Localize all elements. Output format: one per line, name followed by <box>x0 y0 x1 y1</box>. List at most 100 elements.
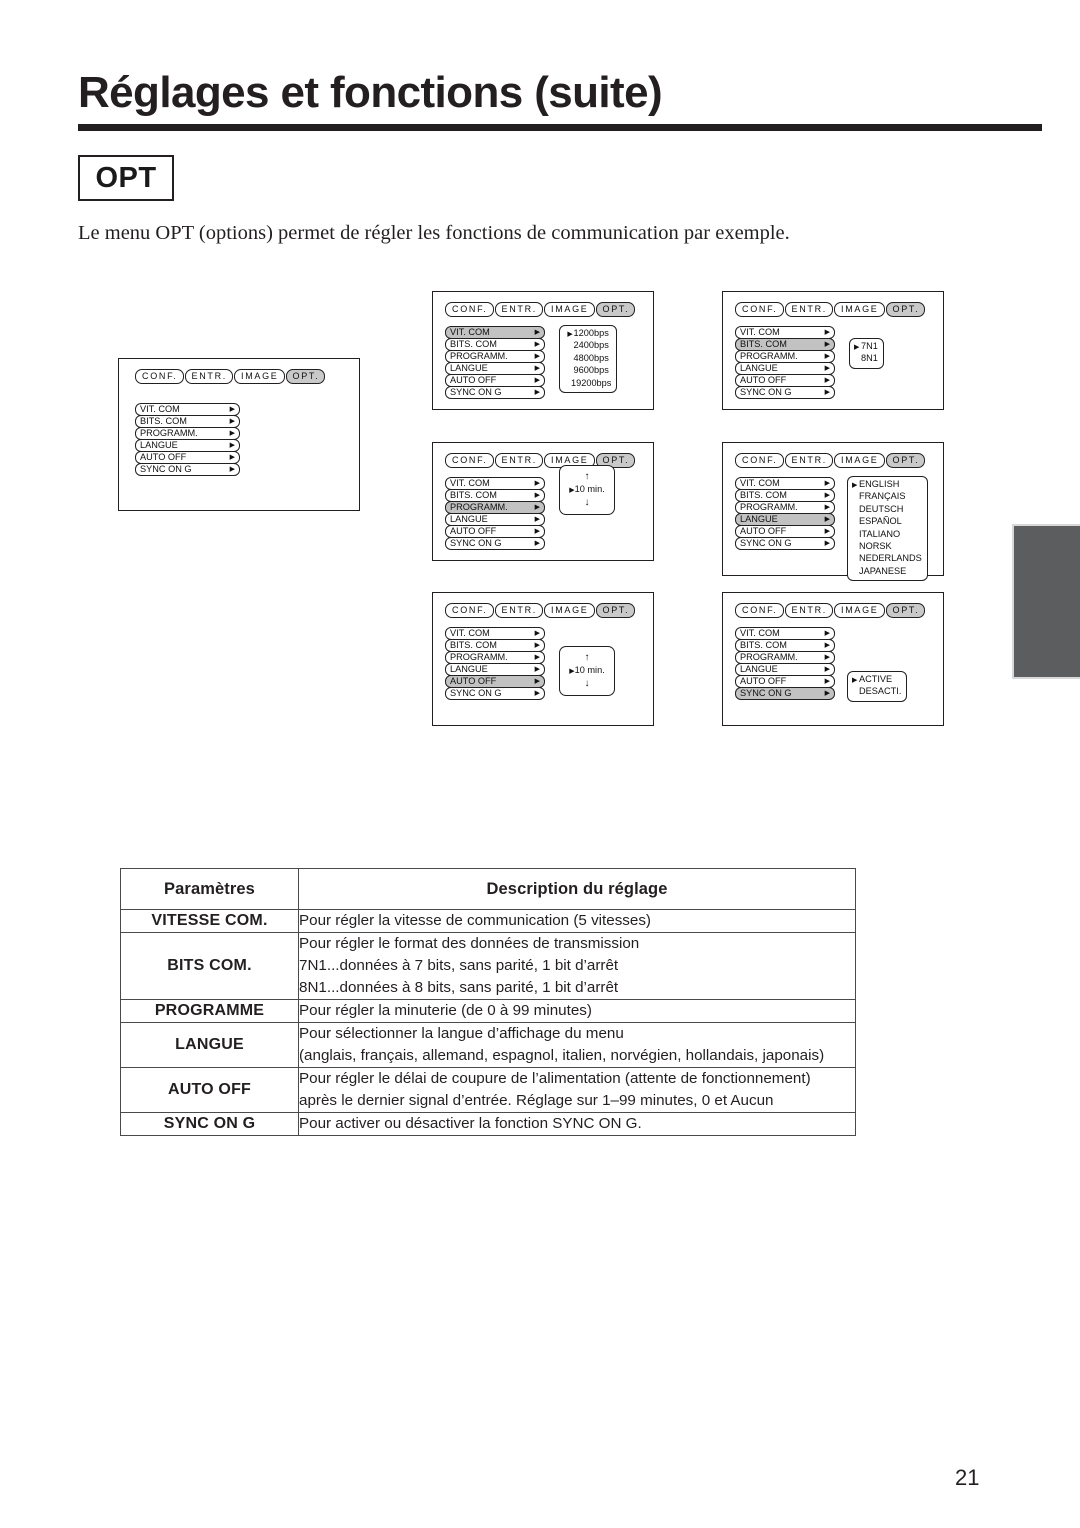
chevron-right-icon: ▶ <box>534 329 540 336</box>
chevron-right-icon: ▶ <box>824 365 830 372</box>
osd-option-popup: ▶ENGLISH▶FRANÇAIS▶DEUTSCH▶ESPAÑOL▶ITALIA… <box>847 476 928 582</box>
osd-menu-item-label: PROGRAMM. <box>740 652 798 662</box>
osd-menu-item-syncong[interactable]: SYNC ON G ▶ <box>735 386 835 399</box>
osd-tab-opt[interactable]: OPT. <box>285 369 326 384</box>
osd-option-item[interactable]: ▶19200bps <box>564 378 611 390</box>
osd-menu-item-label: PROGRAMM. <box>450 502 508 512</box>
osd-tab-entr[interactable]: ENTR. <box>784 603 833 618</box>
osd-tab-opt[interactable]: OPT. <box>595 603 636 618</box>
chevron-right-icon: ▶ <box>824 690 830 697</box>
osd-menu-item-syncong[interactable]: SYNC ON G ▶ <box>445 687 545 700</box>
osd-value-stepper[interactable]: ↑ ▶10 min. ↓ <box>559 465 615 515</box>
osd-menu-item-label: AUTO OFF <box>140 452 187 462</box>
osd-tab-image[interactable]: IMAGE <box>834 302 885 317</box>
osd-menu-item-label: SYNC ON G <box>740 688 792 698</box>
osd-option-item[interactable]: ▶DESACTI. <box>852 686 901 698</box>
osd-menu-item-label: PROGRAMM. <box>740 351 798 361</box>
osd-tab-entr[interactable]: ENTR. <box>494 603 543 618</box>
osd-menu-item-label: SYNC ON G <box>450 387 502 397</box>
osd-tab-bar: CONF. ENTR. IMAGE OPT. <box>445 603 636 618</box>
chevron-right-icon: ▶ <box>534 480 540 487</box>
chevron-right-icon: ▶ <box>534 353 540 360</box>
osd-option-item[interactable]: ▶NORSK <box>852 541 922 553</box>
chevron-right-icon: ▶ <box>534 492 540 499</box>
osd-option-label: NORSK <box>859 541 892 552</box>
osd-menu-item-label: PROGRAMM. <box>450 652 508 662</box>
osd-tab-entr[interactable]: ENTR. <box>494 453 543 468</box>
osd-option-label: JAPANESE <box>859 565 907 576</box>
chevron-right-icon: ▶ <box>824 642 830 649</box>
osd-tab-conf[interactable]: CONF. <box>445 302 494 317</box>
osd-tab-image[interactable]: IMAGE <box>544 603 595 618</box>
arrow-down-icon[interactable]: ↓ <box>560 497 614 509</box>
osd-tab-image[interactable]: IMAGE <box>544 302 595 317</box>
selection-marker-icon: ▶ <box>852 677 858 684</box>
osd-menu-item-label: PROGRAMM. <box>450 351 508 361</box>
osd-option-item[interactable]: ▶JAPANESE <box>852 566 922 578</box>
table-cell-parameter: BITS COM. <box>120 932 299 1000</box>
osd-screen-langue: CONF. ENTR. IMAGE OPT. VIT. COM ▶ BITS. COM ▶ PR… <box>722 442 944 582</box>
osd-tab-conf[interactable]: CONF. <box>135 369 184 384</box>
chevron-right-icon: ▶ <box>824 353 830 360</box>
osd-option-item[interactable]: ▶ESPAÑOL <box>852 516 922 528</box>
osd-option-item[interactable]: ▶ ACTIVE <box>852 674 901 686</box>
osd-option-item[interactable]: ▶8N1 <box>854 353 878 365</box>
osd-option-item[interactable]: ▶1200bps <box>564 328 611 340</box>
table-row: SYNC ON G Pour activer ou désactiver la f… <box>120 1112 856 1136</box>
table-cell-description-line: Pour régler la minuterie (de 0 à 99 minu… <box>299 1002 592 1019</box>
arrow-up-icon[interactable]: ↑ <box>560 471 614 483</box>
section-badge-opt: OPT <box>78 155 174 201</box>
osd-tab-conf[interactable]: CONF. <box>735 603 784 618</box>
osd-tab-image[interactable]: IMAGE <box>834 453 885 468</box>
osd-tab-conf[interactable]: CONF. <box>445 453 494 468</box>
osd-value-stepper[interactable]: ↑ ▶10 min. ↓ <box>559 646 615 696</box>
osd-stepper-value: ▶10 min. <box>560 664 614 678</box>
osd-option-item[interactable]: ▶ 7N1 <box>854 341 878 353</box>
arrow-down-icon[interactable]: ↓ <box>560 678 614 690</box>
chevron-right-icon: ▶ <box>824 492 830 499</box>
osd-tab-opt[interactable]: OPT. <box>885 302 926 317</box>
page-edge-index-tab <box>1012 524 1080 679</box>
osd-option-item[interactable]: ▶ ENGLISH <box>852 479 922 491</box>
osd-option-item[interactable]: ▶ITALIANO <box>852 529 922 541</box>
osd-menu-item-syncong[interactable]: SYNC ON G ▶ <box>445 386 545 399</box>
osd-option-item[interactable]: ▶9600bps <box>564 365 611 377</box>
osd-menu-item-syncong[interactable]: SYNC ON G ▶ <box>735 537 835 550</box>
osd-tab-opt[interactable]: OPT. <box>885 603 926 618</box>
osd-tab-entr[interactable]: ENTR. <box>184 369 233 384</box>
table-cell-description: Pour régler le format des données de tra… <box>298 932 856 1000</box>
osd-tab-entr[interactable]: ENTR. <box>784 302 833 317</box>
osd-option-item[interactable]: ▶FRANÇAIS <box>852 491 922 503</box>
chevron-right-icon: ▶ <box>534 504 540 511</box>
table-cell-description-line: après le dernier signal d’entrée. Réglag… <box>299 1092 774 1109</box>
osd-tab-opt[interactable]: OPT. <box>595 302 636 317</box>
page-title: Réglages et fonctions (suite) <box>78 68 663 117</box>
osd-option-item[interactable]: ▶NEDERLANDS <box>852 553 922 565</box>
osd-tab-conf[interactable]: CONF. <box>735 453 784 468</box>
table-cell-parameter: VITESSE COM. <box>120 909 299 933</box>
osd-screen-sync-on-g: CONF. ENTR. IMAGE OPT. VIT. COM ▶ BITS. COM ▶ PR… <box>722 592 944 726</box>
osd-option-item[interactable]: ▶4800bps <box>564 353 611 365</box>
section-badge-label: OPT <box>95 161 157 194</box>
osd-tab-image[interactable]: IMAGE <box>834 603 885 618</box>
osd-menu-item-label: BITS. COM <box>450 490 497 500</box>
table-cell-description: Pour activer ou désactiver la fonction S… <box>298 1112 856 1136</box>
osd-option-item[interactable]: ▶2400bps <box>564 340 611 352</box>
osd-menu-item-label: AUTO OFF <box>740 676 787 686</box>
arrow-up-icon[interactable]: ↑ <box>560 652 614 664</box>
osd-tab-conf[interactable]: CONF. <box>735 302 784 317</box>
osd-tab-bar: CONF. ENTR. IMAGE OPT. <box>735 453 926 468</box>
osd-option-item[interactable]: ▶DEUTSCH <box>852 504 922 516</box>
osd-tab-image[interactable]: IMAGE <box>234 369 285 384</box>
chevron-right-icon: ▶ <box>534 666 540 673</box>
osd-tab-opt[interactable]: OPT. <box>885 453 926 468</box>
osd-option-label: ITALIANO <box>859 528 901 539</box>
osd-tab-conf[interactable]: CONF. <box>445 603 494 618</box>
osd-menu-item-label: LANGUE <box>740 664 778 674</box>
osd-tab-entr[interactable]: ENTR. <box>494 302 543 317</box>
osd-tab-entr[interactable]: ENTR. <box>784 453 833 468</box>
chevron-right-icon: ▶ <box>534 540 540 547</box>
osd-menu-item-syncong[interactable]: SYNC ON G ▶ <box>445 537 545 550</box>
osd-menu-item-syncong[interactable]: SYNC ON G ▶ <box>135 463 240 476</box>
osd-menu-item-syncong[interactable]: SYNC ON G ▶ <box>735 687 835 700</box>
